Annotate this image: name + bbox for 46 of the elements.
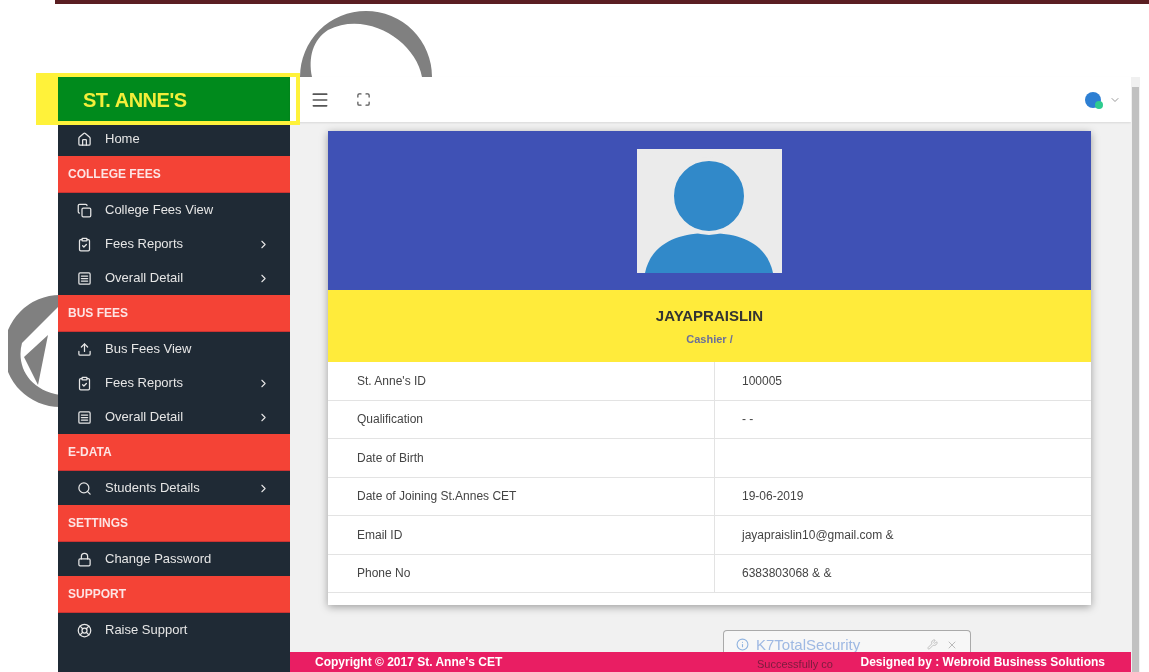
sidebar-item[interactable]: Overall Detail	[58, 400, 290, 434]
clipboard-check-icon	[77, 236, 92, 252]
copyright-text: Copyright © 2017 St. Anne's CET	[315, 654, 503, 671]
sidebar-item[interactable]: Overall Detail	[58, 261, 290, 295]
sidebar-item[interactable]: Bus Fees View	[58, 332, 290, 366]
list-icon	[77, 409, 92, 425]
notification-message: Successfully co	[757, 657, 833, 671]
table-cell: Phone No	[328, 554, 715, 592]
upload-icon	[77, 341, 92, 357]
lifebuoy-icon	[77, 622, 92, 638]
list-icon	[77, 270, 92, 286]
logo[interactable]: ST. ANNE'S	[83, 84, 187, 115]
table-cell: Date of Joining St.Annes CET	[328, 477, 715, 515]
fullscreen-icon[interactable]	[356, 92, 371, 107]
copy-icon	[77, 202, 92, 218]
table-cell-text: - -	[741, 411, 755, 429]
sidebar-section-header: COLLEGE FEES	[58, 156, 290, 193]
sidebar-item[interactable]: College Fees View	[58, 193, 290, 227]
sidebar-item[interactable]: Home	[58, 122, 290, 156]
sidebar-section-header: BUS FEES	[58, 295, 290, 332]
table-cell-text: 6383803068 & &	[741, 565, 833, 583]
table-cell-text: 19-06-2019	[741, 488, 805, 506]
credit-text: Designed by : Webroid Business Solutions	[860, 654, 1105, 671]
profile-name: JAYAPRAISLIN	[655, 305, 764, 326]
lock-icon	[77, 551, 92, 567]
table-cell: Qualification	[328, 400, 715, 438]
table-cell: Email ID	[328, 516, 715, 554]
user-avatar-icon[interactable]	[1085, 91, 1101, 108]
profile-role: Cashier /	[686, 332, 733, 347]
sidebar-section-header: SUPPORT	[58, 576, 290, 613]
table-cell-text: 100005	[741, 372, 784, 390]
table-cell-text: jayapraislin10@gmail.com &	[740, 526, 895, 544]
table-cell: Date of Birth	[328, 439, 715, 477]
home-icon	[77, 131, 92, 147]
clipboard-check-icon	[77, 375, 92, 391]
sidebar-section-header: SETTINGS	[58, 505, 290, 542]
sidebar-item[interactable]: Raise Support	[58, 613, 290, 647]
sidebar-section-header: E-DATA	[58, 434, 290, 471]
search-icon	[77, 480, 92, 496]
table-cell: St. Anne's ID	[328, 362, 715, 400]
notification-title: K7TotalSecurity	[756, 637, 861, 652]
sidebar-item[interactable]: Fees Reports	[58, 227, 290, 261]
info-icon	[736, 638, 749, 651]
sidebar-item[interactable]: Fees Reports	[58, 366, 290, 400]
sidebar-item[interactable]: Students Details	[58, 471, 290, 505]
sidebar-item[interactable]: Change Password	[58, 542, 290, 576]
